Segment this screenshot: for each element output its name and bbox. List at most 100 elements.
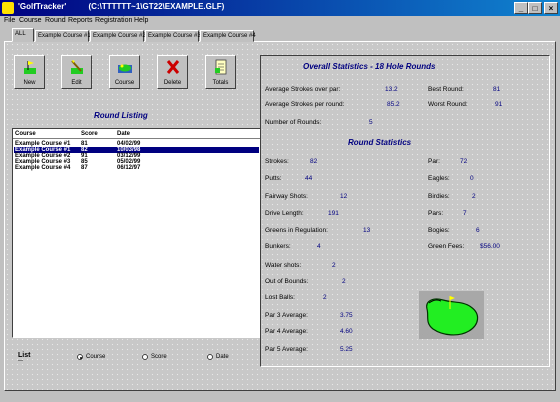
column-header-score[interactable]: Score	[81, 131, 98, 137]
round-list[interactable]: Course Score Date Example Course #1 81 04/…	[12, 128, 261, 338]
totals-notepad-icon	[215, 59, 227, 75]
green-illustration	[419, 291, 484, 339]
totals-label: Totals	[212, 80, 229, 86]
menu-bar: File Course Round Reports Registration H…	[0, 16, 560, 26]
round-stat-label: Water shots:	[265, 262, 302, 269]
delete-label: Delete	[163, 80, 182, 86]
round-stat-label: Par 3 Average:	[265, 312, 308, 319]
row-course: Example Course #4	[15, 165, 71, 171]
round-stat-value: 82	[310, 158, 318, 165]
sort-course-radio[interactable]	[77, 354, 83, 360]
edit-button[interactable]: Edit	[61, 55, 92, 89]
sort-date-label[interactable]: Date	[216, 354, 229, 360]
tab-all[interactable]: ALL	[12, 28, 34, 42]
worst-round-label: Worst Round:	[428, 101, 468, 108]
round-stat-value: 4.60	[340, 328, 353, 335]
round-stat-value: 2	[472, 193, 476, 200]
avg-per-round-label: Average Strokes per round:	[265, 101, 345, 108]
course-icon	[118, 64, 132, 73]
menu-reports[interactable]: Reports	[68, 17, 93, 24]
menu-file[interactable]: File	[4, 17, 15, 24]
menu-course[interactable]: Course	[19, 17, 42, 24]
round-stat-label: Par:	[428, 158, 440, 165]
new-label: New	[23, 80, 36, 86]
delete-button[interactable]: Delete	[157, 55, 188, 89]
round-stat-value: 5.25	[340, 346, 353, 353]
list-row[interactable]: Example Course #4 87 06/12/97	[14, 165, 259, 171]
avg-over-par-label: Average Strokes over par:	[265, 86, 341, 93]
round-stat-value: 0	[470, 175, 474, 182]
num-rounds-value: 5	[369, 119, 373, 126]
round-stat-label: Birdies:	[428, 193, 450, 200]
new-flag-icon	[24, 61, 36, 74]
best-round-label: Best Round:	[428, 86, 464, 93]
round-stat-label: Green Fees:	[428, 243, 465, 250]
column-header-date[interactable]: Date	[117, 131, 130, 137]
delete-x-icon	[166, 60, 180, 74]
menu-help[interactable]: Help	[134, 17, 148, 24]
round-stat-label: Bunkers:	[265, 243, 291, 250]
round-statistics-heading: Round Statistics	[348, 138, 412, 147]
putting-green-icon	[426, 296, 479, 336]
course-button[interactable]: Course	[109, 55, 140, 89]
window-title: 'GolfTracker' (C:\TTTTTT~1\GT22\EXAMPLE.…	[18, 2, 225, 11]
round-stat-value: 6	[476, 227, 480, 234]
sort-score-label[interactable]: Score	[151, 354, 167, 360]
tab-course-3[interactable]: Example Course #3	[145, 30, 201, 42]
header-divider	[13, 138, 260, 139]
round-stat-value: 4	[317, 243, 321, 250]
round-stat-value: 12	[340, 193, 348, 200]
maximize-button[interactable]: □	[528, 2, 542, 14]
sort-course-label[interactable]: Course	[86, 354, 105, 360]
tab-course-4[interactable]: Example Course #4	[200, 30, 256, 42]
round-stat-label: Par 4 Average:	[265, 328, 308, 335]
sort-date-radio[interactable]	[207, 354, 213, 360]
close-button[interactable]: ×	[544, 2, 558, 14]
round-stat-label: Eagles:	[428, 175, 450, 182]
round-stat-label: Par 5 Average:	[265, 346, 308, 353]
worst-round-value: 91	[495, 101, 503, 108]
totals-button[interactable]: Totals	[205, 55, 236, 89]
title-bar: 'GolfTracker' (C:\TTTTTT~1\GT22\EXAMPLE.…	[0, 0, 560, 16]
round-stat-label: Fairway Shots:	[265, 193, 308, 200]
menu-round[interactable]: Round	[45, 17, 66, 24]
list-sort-label: List	[18, 352, 31, 359]
round-stat-value: 2	[323, 294, 327, 301]
new-button[interactable]: New	[14, 55, 45, 89]
column-header-course[interactable]: Course	[15, 131, 36, 137]
round-stat-value: 2	[342, 278, 346, 285]
round-stat-label: Pars:	[428, 210, 444, 217]
round-listing-heading: Round Listing	[94, 111, 148, 120]
round-stat-label: Out of Bounds:	[265, 278, 309, 285]
round-stat-value: 7	[463, 210, 467, 217]
round-stat-value: 191	[328, 210, 339, 217]
round-stat-value: 2	[332, 262, 336, 269]
round-stat-label: Greens in Regulation:	[265, 227, 328, 234]
round-stat-value: 13	[363, 227, 371, 234]
edit-pencil-icon	[71, 60, 83, 74]
tab-course-2[interactable]: Example Course #2	[90, 30, 146, 42]
round-stat-label: Bogies:	[428, 227, 450, 234]
round-stat-value: 44	[305, 175, 313, 182]
round-stat-value: 3.75	[340, 312, 353, 319]
course-label: Course	[114, 80, 135, 86]
minimize-button[interactable]: _	[514, 2, 528, 14]
menu-registration[interactable]: Registration	[95, 17, 132, 24]
avg-over-par-value: 13.2	[385, 86, 398, 93]
round-stat-label: Lost Balls:	[265, 294, 295, 301]
avg-per-round-value: 85.2	[387, 101, 400, 108]
round-stat-label: Putts:	[265, 175, 282, 182]
row-score: 87	[81, 165, 88, 171]
round-stat-label: Drive Length:	[265, 210, 304, 217]
list-sort-underline	[18, 360, 23, 361]
round-stat-label: Strokes:	[265, 158, 289, 165]
overall-statistics-heading: Overall Statistics - 18 Hole Rounds	[303, 62, 436, 71]
app-icon	[2, 2, 14, 14]
tab-course-1[interactable]: Example Course #1	[35, 30, 91, 42]
sort-score-radio[interactable]	[142, 354, 148, 360]
edit-label: Edit	[71, 80, 82, 86]
round-stat-value: 72	[460, 158, 468, 165]
best-round-value: 81	[493, 86, 501, 93]
row-date: 06/12/97	[117, 165, 141, 171]
num-rounds-label: Number of Rounds:	[265, 119, 322, 126]
